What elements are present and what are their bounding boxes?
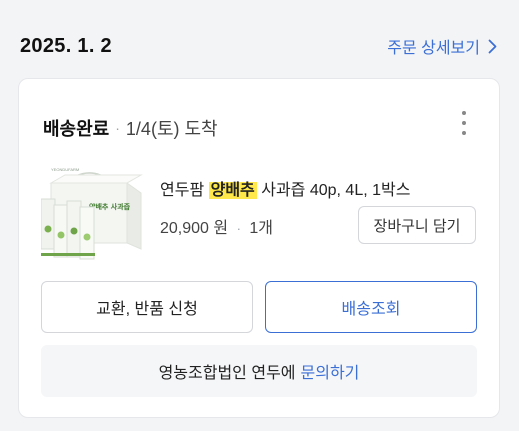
order-detail-link[interactable]: 주문 상세보기 <box>387 34 497 58</box>
order-date: 2025. 1. 2 <box>20 34 112 57</box>
more-options-icon[interactable] <box>459 111 469 135</box>
add-to-cart-button[interactable]: 장바구니 담기 <box>358 206 476 244</box>
product-thumbnail[interactable]: YEONDUFARM 양배추 사과즙 <box>40 161 153 265</box>
seller-inquiry-bar: 영농조합법인 연두에 문의하기 <box>41 345 477 397</box>
product-name[interactable]: 연두팜 양배추 사과즙 40p, 4L, 1박스 <box>160 176 410 200</box>
order-card: 배송완료 · 1/4(토) 도착 YEONDUFARM 양배추 사과즙 연두팜 … <box>18 78 500 418</box>
product-quantity: 1개 <box>249 220 273 237</box>
product-price: 20,900 원 <box>160 220 229 237</box>
inquiry-link[interactable]: 문의하기 <box>301 359 360 383</box>
product-name-prefix: 연두팜 <box>160 182 209 199</box>
product-name-highlight: 양배추 <box>208 182 257 199</box>
product-name-suffix: 사과즙 40p, 4L, 1박스 <box>256 182 411 199</box>
delivery-status: 배송완료 · 1/4(토) 도착 <box>43 115 218 141</box>
track-delivery-button[interactable]: 배송조회 <box>265 281 477 333</box>
arrival-date: 1/4(토) 도착 <box>125 119 218 139</box>
product-meta: 20,900 원 · 1개 <box>160 214 273 238</box>
order-header: 2025. 1. 2 주문 상세보기 <box>20 34 497 58</box>
order-detail-label: 주문 상세보기 <box>387 40 480 57</box>
status-separator: · <box>115 120 120 136</box>
seller-name: 영농조합법인 연두에 <box>158 365 296 382</box>
thumb-box-label: 양배추 사과즙 <box>89 202 131 211</box>
delivery-status-label: 배송완료 <box>43 119 110 139</box>
exchange-return-button[interactable]: 교환, 반품 신청 <box>41 281 253 333</box>
chevron-right-icon <box>488 39 497 53</box>
thumb-brand-text: YEONDUFARM <box>51 167 79 172</box>
meta-separator: · <box>236 221 241 236</box>
